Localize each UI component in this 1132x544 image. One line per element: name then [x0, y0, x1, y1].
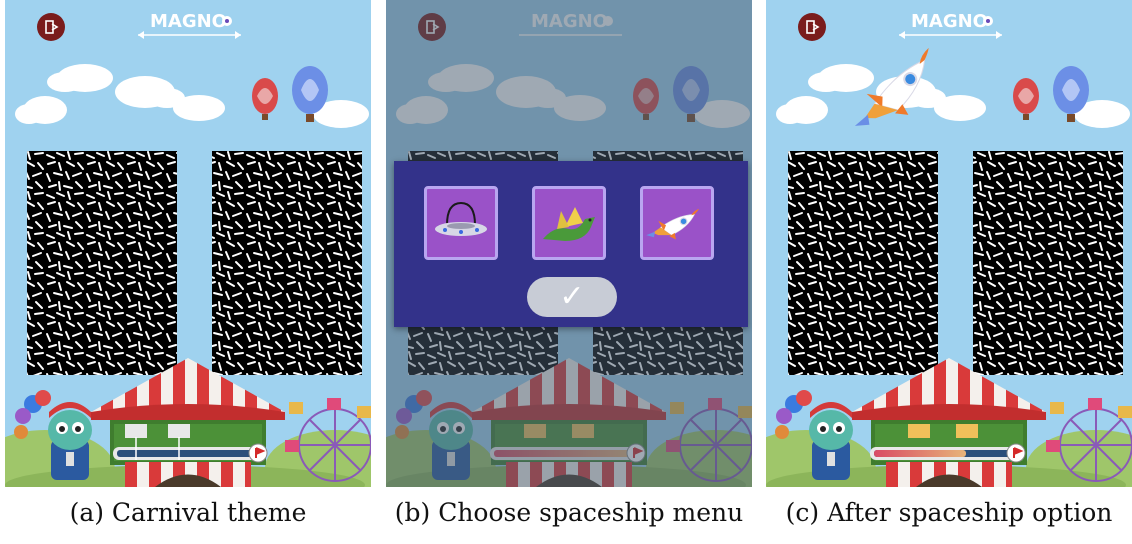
checkmark-icon: ✓ [559, 279, 585, 314]
caption-c: (c) After spaceship option [785, 498, 1113, 527]
rocket-icon [645, 208, 700, 241]
ufo-icon [435, 201, 487, 236]
exit-button[interactable] [797, 12, 827, 42]
gift-icon [125, 424, 147, 438]
game-scene: MAGNO [766, 0, 1132, 487]
exit-icon [797, 12, 827, 42]
app-logo: MAGNO [899, 11, 1002, 39]
option-ufo[interactable] [424, 186, 498, 260]
logo-text: MAGNO [150, 11, 227, 32]
spaceship-menu: ✓ [394, 161, 748, 327]
caption-b: (b) Choose spaceship menu [394, 498, 744, 527]
option-rocket[interactable] [640, 186, 714, 260]
panel-choose-spaceship-menu: MAGNO [386, 0, 752, 487]
exit-icon [36, 12, 66, 42]
gift-icon [956, 424, 978, 438]
logo-text: MAGNO [911, 11, 988, 32]
progress-track [117, 450, 255, 457]
caption-a: (a) Carnival theme [69, 498, 307, 527]
dragon-icon [543, 207, 595, 241]
app-logo: MAGNO [138, 11, 241, 39]
option-dragon[interactable] [532, 186, 606, 260]
gift-icon [908, 424, 930, 438]
confirm-button[interactable]: ✓ [527, 277, 617, 317]
progress-fill [874, 450, 966, 457]
gift-icon [168, 424, 190, 438]
game-scene: MAGNO [5, 0, 371, 487]
panel-carnival-theme: MAGNO [5, 0, 371, 487]
panel-after-spaceship-option: MAGNO [766, 0, 1132, 487]
exit-button[interactable] [36, 12, 66, 42]
